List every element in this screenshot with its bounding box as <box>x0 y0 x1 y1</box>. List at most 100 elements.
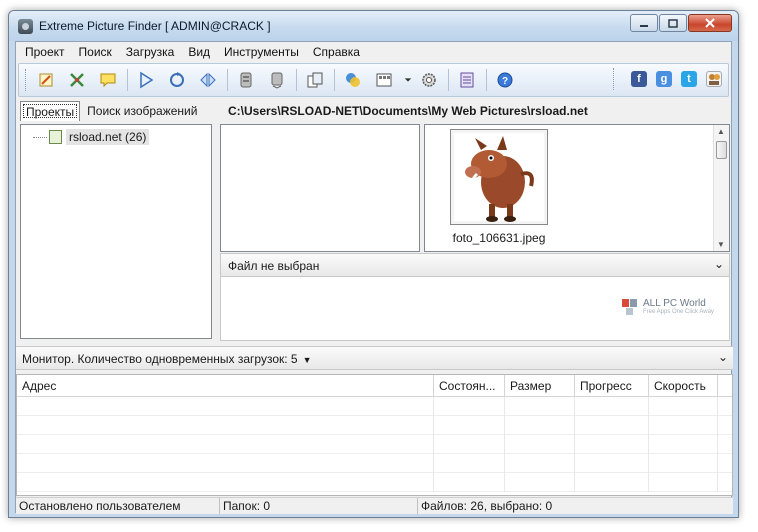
scrollbar-thumb[interactable] <box>716 141 727 159</box>
skip-button[interactable] <box>265 68 289 92</box>
monitor-header[interactable]: Монитор. Количество одновременных загруз… <box>16 346 733 370</box>
stop-icon <box>240 72 252 88</box>
step-button[interactable] <box>196 68 220 92</box>
monitor-label: Монитор. Количество одновременных загруз… <box>22 352 298 366</box>
edit-icon <box>39 73 53 87</box>
folder-list[interactable] <box>220 124 420 252</box>
play-icon <box>140 71 154 89</box>
start-button[interactable] <box>134 68 158 92</box>
view-icon <box>376 73 392 87</box>
column-speed[interactable]: Скорость <box>649 375 718 397</box>
project-tree[interactable]: rsload.net (26) <box>20 124 212 339</box>
tools-icon <box>70 73 84 87</box>
app-icon[interactable] <box>18 19 33 34</box>
folder-path: C:\Users\RSLOAD-NET\Documents\My Web Pic… <box>228 104 588 118</box>
help-icon: ? <box>497 72 513 88</box>
menu-tools[interactable]: Инструменты <box>217 45 306 59</box>
left-tabs: Проекты Поиск изображений <box>20 101 220 123</box>
tools-button[interactable] <box>65 68 89 92</box>
chevron-down-icon[interactable]: ⌄ <box>714 257 724 271</box>
menu-project[interactable]: Проект <box>18 45 72 59</box>
watermark-subtitle: Free Apps One Click Away <box>643 308 714 315</box>
social-toolbar: f g t <box>613 68 722 90</box>
facebook-icon[interactable]: f <box>631 71 647 87</box>
copy-icon <box>307 72 323 88</box>
view-mode-button[interactable] <box>372 68 396 92</box>
close-icon <box>705 18 715 28</box>
watermark-title: ALL PC World <box>643 297 706 309</box>
color-button[interactable] <box>341 68 365 92</box>
users-icon[interactable] <box>706 71 722 87</box>
refresh-button[interactable] <box>165 68 189 92</box>
edit-project-button[interactable] <box>34 68 58 92</box>
collapse-chevron-icon[interactable]: ⌄ <box>718 350 728 364</box>
chevron-down-icon <box>404 78 412 82</box>
warthog-image <box>465 136 534 222</box>
column-address[interactable]: Адрес <box>17 375 434 397</box>
maximize-button[interactable] <box>659 14 687 32</box>
file-info-panel: ALL PC World Free Apps One Click Away <box>220 277 730 341</box>
menu-view[interactable]: Вид <box>181 45 217 59</box>
tree-node[interactable]: rsload.net (26) <box>33 129 150 145</box>
settings-icon <box>422 73 436 87</box>
thumbnail-scrollbar[interactable]: ▲ ▼ <box>713 125 729 251</box>
table-row[interactable] <box>17 416 732 435</box>
maximize-icon <box>668 18 678 28</box>
color-icon <box>346 73 360 87</box>
comment-button[interactable] <box>96 68 120 92</box>
help-button[interactable]: ? <box>493 68 517 92</box>
minimize-button[interactable] <box>630 14 658 32</box>
toolbar-separator <box>334 69 335 91</box>
google-plus-icon[interactable]: g <box>656 71 672 87</box>
table-row[interactable] <box>17 397 732 416</box>
allpcworld-logo <box>622 299 637 315</box>
file-info-header[interactable]: Файл не выбран ⌄ <box>220 253 730 277</box>
toolbar-separator <box>127 69 128 91</box>
tree-node-label: rsload.net (26) <box>66 129 150 145</box>
column-status[interactable]: Состоян... <box>434 375 505 397</box>
main-toolbar: ? f g t <box>18 63 729 97</box>
refresh-icon <box>170 72 184 87</box>
close-button[interactable] <box>688 14 732 32</box>
table-header: Адрес Состоян... Размер Прогресс Скорост… <box>17 375 732 397</box>
twitter-icon[interactable]: t <box>681 71 697 87</box>
column-progress[interactable]: Прогресс <box>575 375 649 397</box>
table-row[interactable] <box>17 454 732 473</box>
tab-projects[interactable]: Проекты <box>20 101 81 121</box>
window-title: Extreme Picture Finder [ ADMIN@CRACK ] <box>39 19 271 33</box>
tab-image-search[interactable]: Поиск изображений <box>82 101 202 121</box>
chevron-down-icon[interactable]: ▼ <box>303 355 312 365</box>
scroll-down-icon[interactable]: ▼ <box>717 240 725 249</box>
menu-help[interactable]: Справка <box>306 45 367 59</box>
toolbar-grip[interactable] <box>25 69 28 91</box>
settings-button[interactable] <box>417 68 441 92</box>
toolbar-separator <box>486 69 487 91</box>
menu-bar: Проект Поиск Загрузка Вид Инструменты Сп… <box>16 42 731 62</box>
column-size[interactable]: Размер <box>505 375 575 397</box>
stop-button[interactable] <box>234 68 258 92</box>
app-window: Extreme Picture Finder [ ADMIN@CRACK ] П… <box>8 10 739 518</box>
list-icon <box>460 72 474 88</box>
table-row[interactable] <box>17 435 732 454</box>
file-info-title: Файл не выбран <box>228 259 320 273</box>
step-icon <box>200 72 216 88</box>
thumbnail-filename: foto_106631.jpeg <box>452 231 546 245</box>
project-icon <box>49 130 62 144</box>
status-files: Файлов: 26, выбрано: 0 <box>421 499 553 513</box>
status-bar: Остановлено пользователем Папок: 0 Файло… <box>16 497 733 514</box>
menu-search[interactable]: Поиск <box>72 45 119 59</box>
thumbnail-view[interactable]: foto_106631.jpeg ▲ ▼ <box>424 124 730 252</box>
table-row[interactable] <box>17 473 732 492</box>
menu-download[interactable]: Загрузка <box>119 45 182 59</box>
title-bar[interactable]: Extreme Picture Finder [ ADMIN@CRACK ] <box>9 11 738 41</box>
thumbnail[interactable] <box>450 129 548 225</box>
copy-button[interactable] <box>303 68 327 92</box>
view-mode-dropdown[interactable] <box>403 68 413 92</box>
toolbar-separator <box>296 69 297 91</box>
scroll-up-icon[interactable]: ▲ <box>717 127 725 136</box>
list-button[interactable] <box>455 68 479 92</box>
svg-text:?: ? <box>502 76 508 87</box>
toolbar-grip[interactable] <box>613 68 616 90</box>
downloads-table[interactable]: Адрес Состоян... Размер Прогресс Скорост… <box>16 374 733 496</box>
status-state: Остановлено пользователем <box>16 498 220 514</box>
